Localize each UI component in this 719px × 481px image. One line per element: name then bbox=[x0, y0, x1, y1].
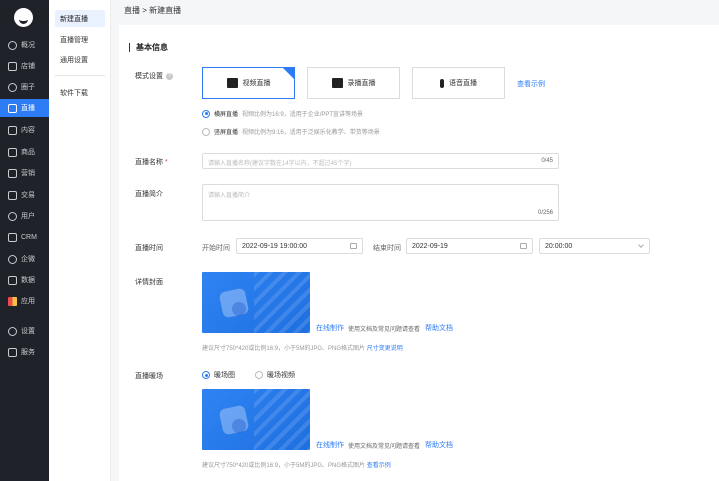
service-icon bbox=[8, 347, 17, 357]
question-icon[interactable]: ? bbox=[166, 72, 173, 80]
warmup-help-link[interactable]: 帮助文档 bbox=[425, 440, 453, 450]
subnav-divider bbox=[55, 75, 105, 76]
nav-item-live[interactable]: 直播 bbox=[0, 99, 49, 117]
radio-dot bbox=[202, 109, 210, 118]
logo-icon[interactable] bbox=[14, 8, 33, 27]
apps-icon bbox=[8, 296, 17, 306]
nav-item-overview[interactable]: 概况 bbox=[0, 36, 49, 54]
circle-icon bbox=[8, 82, 17, 92]
portrait-radio[interactable]: 竖屏直播 视频比例为9:16，适用于泛娱乐化教学、带货等场景 bbox=[202, 127, 380, 136]
trade-icon bbox=[8, 190, 17, 200]
intro-label: 直播简介 bbox=[135, 191, 163, 198]
app-window: 概况 店铺 圈子 直播 内容 商品 营销 交易 用户 CRM 企微 数据 应用 … bbox=[0, 0, 719, 481]
radio-dot bbox=[255, 371, 263, 379]
subnav-software-download[interactable]: 软件下载 bbox=[55, 84, 105, 101]
name-label: 直播名称 * bbox=[135, 159, 168, 166]
calendar-icon bbox=[520, 243, 527, 249]
nav-item-content[interactable]: 内容 bbox=[0, 121, 49, 139]
subnav-live-manage[interactable]: 直播管理 bbox=[55, 31, 105, 48]
crm-icon bbox=[8, 232, 17, 242]
user-icon bbox=[8, 211, 17, 221]
intro-textarea[interactable]: 请输入直播简介 0/256 bbox=[202, 184, 559, 221]
end-date-picker[interactable]: 2022-09-19 bbox=[406, 238, 533, 254]
size-change-link[interactable]: 尺寸变更说明 bbox=[367, 346, 403, 352]
section-title: 基本信息 bbox=[129, 43, 168, 52]
breadcrumb: 直播 > 新建直播 bbox=[124, 6, 182, 15]
end-time-label: 结束时间 bbox=[373, 245, 401, 252]
nav-item-store[interactable]: 店铺 bbox=[0, 57, 49, 75]
nav-item-apps[interactable]: 应用 bbox=[0, 292, 49, 310]
cover-image[interactable] bbox=[202, 272, 310, 333]
form-card: 基本信息 模式设置? 视频直播 录播直播 语音直播 查看示例 横屏直播 视频比例为… bbox=[119, 25, 719, 481]
start-time-label: 开始时间 bbox=[202, 245, 230, 252]
document-icon bbox=[8, 125, 17, 135]
warmup-online-desc: 使用文档及常见问题请查看 bbox=[348, 444, 421, 450]
mode-option-video[interactable]: 视频直播 bbox=[202, 67, 295, 99]
cover-online-desc: 使用文档及常见问题请查看 bbox=[348, 327, 421, 333]
subnav-new-live[interactable]: 新建直播 bbox=[55, 10, 105, 27]
store-icon bbox=[8, 61, 17, 71]
sub-nav: 新建直播 直播管理 通用设置 软件下载 bbox=[49, 0, 111, 481]
goods-icon bbox=[8, 147, 17, 157]
warmup-example-link[interactable]: 查看示例 bbox=[367, 463, 391, 469]
warmup-online-make-link[interactable]: 在线制作 bbox=[316, 440, 344, 450]
end-time-select[interactable]: 20:00:00 bbox=[539, 238, 650, 254]
video-live-icon bbox=[226, 78, 238, 88]
nav-item-wecom[interactable]: 企微 bbox=[0, 250, 49, 268]
microphone-icon bbox=[440, 78, 444, 88]
radio-dot bbox=[202, 127, 210, 136]
megaphone-icon bbox=[8, 168, 17, 178]
mode-option-recorded[interactable]: 录播直播 bbox=[307, 67, 400, 99]
clock-icon bbox=[8, 40, 17, 50]
nav-item-settings[interactable]: 设置 bbox=[0, 322, 49, 340]
mode-label: 模式设置? bbox=[135, 71, 173, 81]
warmup-image[interactable] bbox=[202, 389, 310, 450]
nav-item-circle[interactable]: 圈子 bbox=[0, 78, 49, 96]
camera-icon bbox=[331, 78, 343, 88]
mode-example-link[interactable]: 查看示例 bbox=[517, 79, 545, 89]
main-area: 直播 > 新建直播 基本信息 模式设置? 视频直播 录播直播 语音直播 查看示例… bbox=[111, 0, 719, 481]
nav-item-data[interactable]: 数据 bbox=[0, 271, 49, 289]
warmup-video-radio[interactable]: 暖场视频 bbox=[255, 370, 295, 380]
data-icon bbox=[8, 275, 17, 285]
live-icon bbox=[8, 103, 17, 113]
cover-help-link[interactable]: 帮助文档 bbox=[425, 323, 453, 333]
warmup-label: 直播暖场 bbox=[135, 373, 163, 380]
wecom-icon bbox=[8, 254, 17, 264]
time-label: 直播时间 bbox=[135, 245, 163, 252]
warmup-hint: 建议尺寸750*420或比例16:9，小于5M的JPG、PNG格式图片 查看示例 bbox=[202, 463, 391, 469]
chevron-down-icon bbox=[638, 242, 644, 248]
radio-dot bbox=[202, 371, 210, 379]
cover-label: 详情封面 bbox=[135, 279, 163, 286]
nav-item-marketing[interactable]: 营销 bbox=[0, 164, 49, 182]
nav-item-trade[interactable]: 交易 bbox=[0, 186, 49, 204]
name-input[interactable]: 请输入直播名称(建议字数在14字以内，不超过45个字) 0/45 bbox=[202, 153, 559, 169]
nav-item-crm[interactable]: CRM bbox=[0, 228, 49, 246]
landscape-radio[interactable]: 横屏直播 视频比例为16:9，适用于企业/PPT宣讲等场景 bbox=[202, 109, 363, 118]
main-nav: 概况 店铺 圈子 直播 内容 商品 营销 交易 用户 CRM 企微 数据 应用 … bbox=[0, 0, 49, 481]
nav-item-service[interactable]: 服务 bbox=[0, 343, 49, 361]
gear-icon bbox=[8, 326, 17, 336]
nav-item-goods[interactable]: 商品 bbox=[0, 143, 49, 161]
cover-hint: 建议尺寸750*420或比例16:9，小于5M的JPG、PNG格式图片 尺寸变更… bbox=[202, 346, 403, 352]
mode-option-audio[interactable]: 语音直播 bbox=[412, 67, 505, 99]
calendar-icon bbox=[350, 243, 357, 249]
start-time-picker[interactable]: 2022-09-19 19:00:00 bbox=[236, 238, 363, 254]
subnav-general-settings[interactable]: 通用设置 bbox=[55, 51, 105, 68]
warmup-image-radio[interactable]: 暖场图 bbox=[202, 370, 235, 380]
cover-online-make-link[interactable]: 在线制作 bbox=[316, 323, 344, 333]
nav-item-user[interactable]: 用户 bbox=[0, 207, 49, 225]
